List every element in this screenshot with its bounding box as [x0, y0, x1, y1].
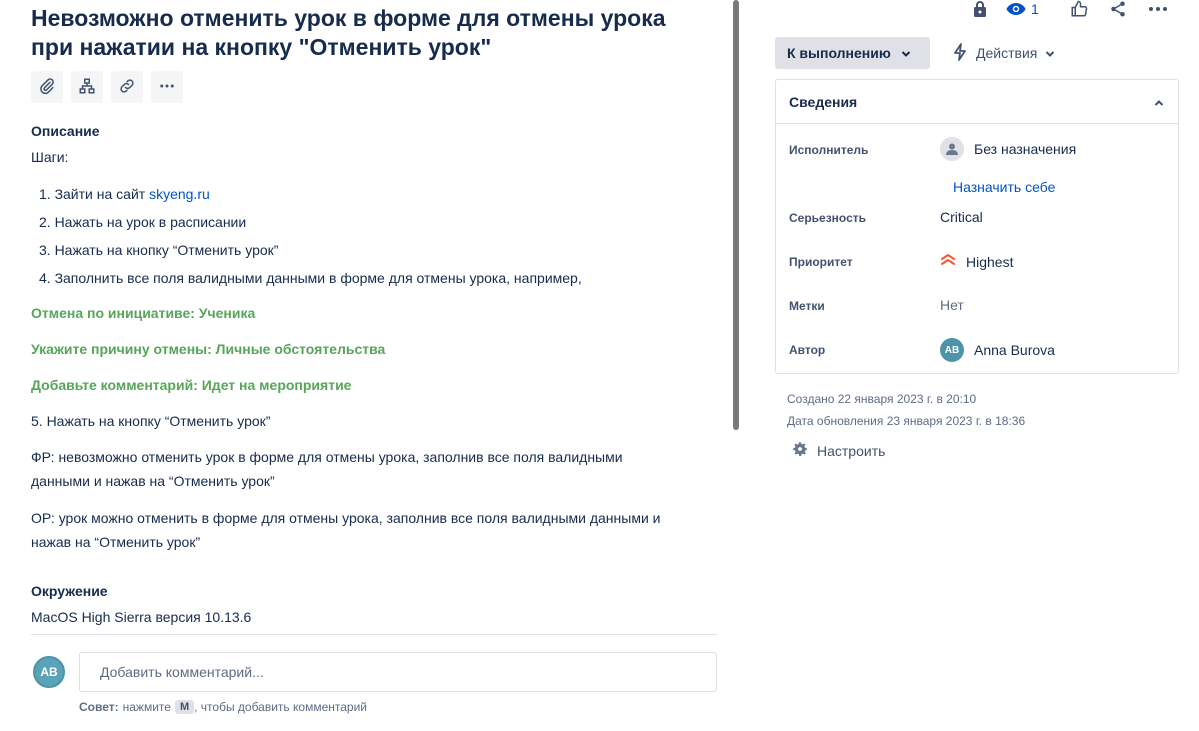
lightning-icon: [952, 42, 968, 64]
assign-to-me-link[interactable]: Назначить себе: [953, 179, 1055, 195]
tip-text-end: , чтобы добавить комментарий: [194, 700, 367, 714]
assignee-name: Без назначения: [974, 141, 1077, 157]
list-item: 2. Нажать на урок в расписании: [39, 214, 247, 230]
severity-value[interactable]: Critical: [940, 209, 983, 225]
steps-label: Шаги:: [31, 149, 69, 165]
description-heading: Описание: [31, 123, 100, 139]
actual-result-line-1: ФР: невозможно отменить урок в форме для…: [31, 449, 623, 465]
reporter-row: Автор AB Anna Burova: [789, 338, 1169, 362]
list-item: 1. Зайти на сайт skyeng.ru: [39, 180, 582, 208]
user-icon: [940, 137, 964, 161]
paperclip-icon: [38, 77, 56, 98]
step-text: 1. Зайти на сайт: [39, 186, 150, 202]
details-panel: Сведения Исполнитель Без назначения Назн…: [775, 79, 1179, 374]
issue-main-panel: Невозможно отменить урок в форме для отм…: [0, 0, 735, 731]
priority-row: Приоритет Highest: [789, 253, 1169, 270]
comment-input[interactable]: Добавить комментарий...: [79, 652, 717, 692]
scrollbar[interactable]: [733, 0, 739, 430]
step-5: 5. Нажать на кнопку “Отменить урок”: [31, 413, 271, 429]
hierarchy-icon: [78, 77, 96, 98]
list-item: 4. Заполнить все поля валидными данными …: [39, 270, 582, 286]
link-icon: [118, 77, 136, 98]
child-issue-button[interactable]: [71, 71, 103, 103]
comment-placeholder: Добавить комментарий...: [100, 664, 264, 680]
details-heading: Сведения: [789, 93, 858, 110]
expected-result-line-2: нажав на “Отменить урок”: [31, 534, 201, 550]
highlight-initiative: Отмена по инициативе: Ученика: [31, 305, 256, 321]
avatar-initials: AB: [40, 665, 58, 679]
lock-icon[interactable]: [970, 0, 990, 18]
created-date: Создано 22 января 2023 г. в 20:10: [787, 392, 977, 406]
site-link[interactable]: skyeng.ru: [149, 186, 210, 202]
labels-value[interactable]: Нет: [940, 297, 964, 313]
tip-label: Совет:: [79, 700, 119, 714]
priority-label: Приоритет: [789, 255, 853, 269]
updated-date: Дата обновления 23 января 2023 г. в 18:3…: [787, 414, 1026, 428]
more-icon: [158, 77, 176, 98]
more-icon[interactable]: [1148, 0, 1168, 18]
environment-value[interactable]: MacOS High Sierra версия 10.13.6: [31, 605, 251, 629]
highlight-reason: Укажите причину отмены: Личные обстоятел…: [31, 341, 386, 357]
reporter-label: Автор: [789, 343, 826, 357]
assignee-label: Исполнитель: [789, 143, 869, 157]
expected-result-line-1: ОР: урок можно отменить в форме для отме…: [31, 510, 661, 526]
environment-heading: Окружение: [31, 583, 108, 599]
shortcut-key: M: [174, 700, 195, 714]
priority-name: Highest: [966, 253, 1014, 270]
issue-toolbar: [31, 71, 183, 103]
labels-label: Метки: [789, 299, 825, 313]
watch-count[interactable]: 1: [1031, 1, 1039, 17]
priority-value[interactable]: Highest: [940, 253, 1013, 270]
reporter-value[interactable]: AB Anna Burova: [940, 338, 1055, 362]
reporter-name: Anna Burova: [974, 342, 1055, 358]
attach-button[interactable]: [31, 71, 63, 103]
status-label: К выполнению: [787, 45, 891, 61]
assignee-row: Исполнитель Без назначения Назначить себ…: [789, 137, 1169, 195]
chevron-down-icon: [901, 45, 911, 61]
share-icon[interactable]: [1108, 0, 1128, 18]
labels-row: Метки Нет: [789, 297, 1169, 313]
list-item: 3. Нажать на кнопку “Отменить урок”: [39, 242, 279, 258]
severity-row: Серьезность Critical: [789, 209, 1169, 225]
header-actions: 1: [970, 0, 1168, 18]
issue-title[interactable]: Невозможно отменить урок в форме для отм…: [31, 4, 711, 62]
status-button[interactable]: К выполнению: [775, 37, 930, 69]
thumbs-up-icon[interactable]: [1069, 0, 1089, 18]
priority-highest-icon: [940, 253, 956, 270]
configure-label: Настроить: [817, 442, 886, 459]
configure-button[interactable]: Настроить: [791, 440, 885, 461]
assignee-value[interactable]: Без назначения: [940, 137, 1076, 161]
eye-icon[interactable]: [1006, 0, 1026, 18]
tip-text: нажмите: [122, 700, 171, 714]
comment-tip: Совет: нажмите M, чтобы добавить коммент…: [79, 700, 367, 714]
actual-result-line-2: данными и нажав на “Отменить урок”: [31, 473, 275, 489]
steps-list: 1. Зайти на сайт skyeng.ru 2. Нажать на …: [39, 180, 582, 292]
highlight-comment: Добавьте комментарий: Идет на мероприяти…: [31, 377, 352, 393]
chevron-up-icon[interactable]: [1154, 94, 1164, 110]
details-header[interactable]: Сведения: [776, 80, 1178, 124]
chevron-down-icon: [1045, 45, 1055, 61]
gear-icon: [791, 440, 809, 461]
more-button[interactable]: [151, 71, 183, 103]
severity-label: Серьезность: [789, 211, 867, 225]
avatar: AB: [33, 656, 65, 688]
avatar: AB: [940, 338, 964, 362]
link-issue-button[interactable]: [111, 71, 143, 103]
actions-label: Действия: [976, 45, 1038, 61]
actions-button[interactable]: Действия: [952, 37, 1055, 69]
divider: [31, 634, 717, 635]
